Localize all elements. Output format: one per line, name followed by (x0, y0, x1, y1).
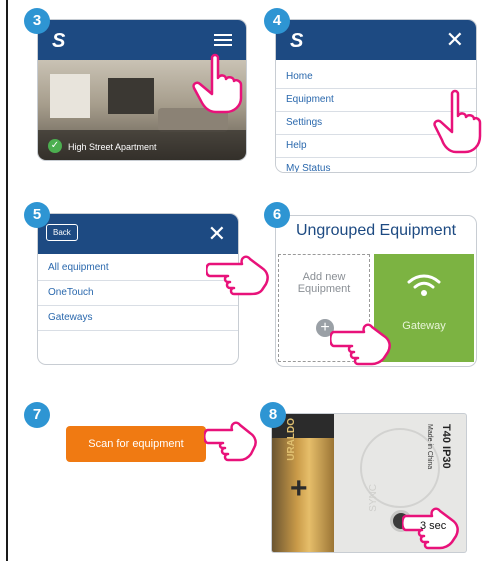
device-photo: URALDO + SYNC T40 IP30 Made in China 3 s… (272, 414, 466, 552)
step-badge-6: 6 (264, 202, 290, 228)
pointing-hand-icon (204, 421, 257, 462)
step-badge-7: 7 (24, 402, 50, 428)
app-logo-icon: S (52, 30, 66, 52)
app-header: S ✕ (276, 20, 476, 60)
page-title: Ungrouped Equipment (295, 222, 457, 239)
menu-item-gateways[interactable]: Gateways (38, 306, 238, 331)
battery: URALDO + (272, 414, 334, 552)
battery-brand: URALDO (286, 418, 297, 461)
pointing-hand-icon (433, 89, 482, 154)
wifi-icon (407, 274, 441, 296)
step-badge-5: 5 (24, 202, 50, 228)
pointing-hand-icon (192, 53, 243, 114)
model-label: T40 IP30 (440, 424, 452, 469)
frame-border (6, 0, 8, 561)
step-badge-8: 8 (260, 402, 286, 428)
plus-sign: + (290, 472, 308, 505)
close-icon[interactable]: ✕ (446, 27, 464, 53)
hamburger-menu-icon[interactable] (214, 34, 232, 46)
close-icon[interactable]: ✕ (208, 221, 226, 247)
step-badge-3: 3 (24, 8, 50, 34)
app-logo-icon: S (290, 30, 304, 52)
app-header: Back ✕ (38, 214, 238, 254)
add-label-line1: Add new (302, 271, 346, 283)
check-icon: ✓ (48, 139, 62, 153)
pointing-hand-icon (206, 255, 269, 296)
duration-label: 3 sec (420, 520, 447, 532)
back-button[interactable]: Back (46, 224, 78, 241)
scan-for-equipment-button[interactable]: Scan for equipment (66, 426, 206, 462)
menu-item-home[interactable]: Home (276, 66, 476, 89)
step-badge-4: 4 (264, 8, 290, 34)
location-name: High Street Apartment (68, 142, 157, 152)
menu-item-my-status[interactable]: My Status (276, 158, 476, 172)
sync-label: SYNC (368, 484, 379, 512)
pointing-hand-icon (330, 323, 391, 366)
add-label-line2: Equipment (297, 283, 351, 295)
origin-label: Made in China (426, 424, 433, 470)
